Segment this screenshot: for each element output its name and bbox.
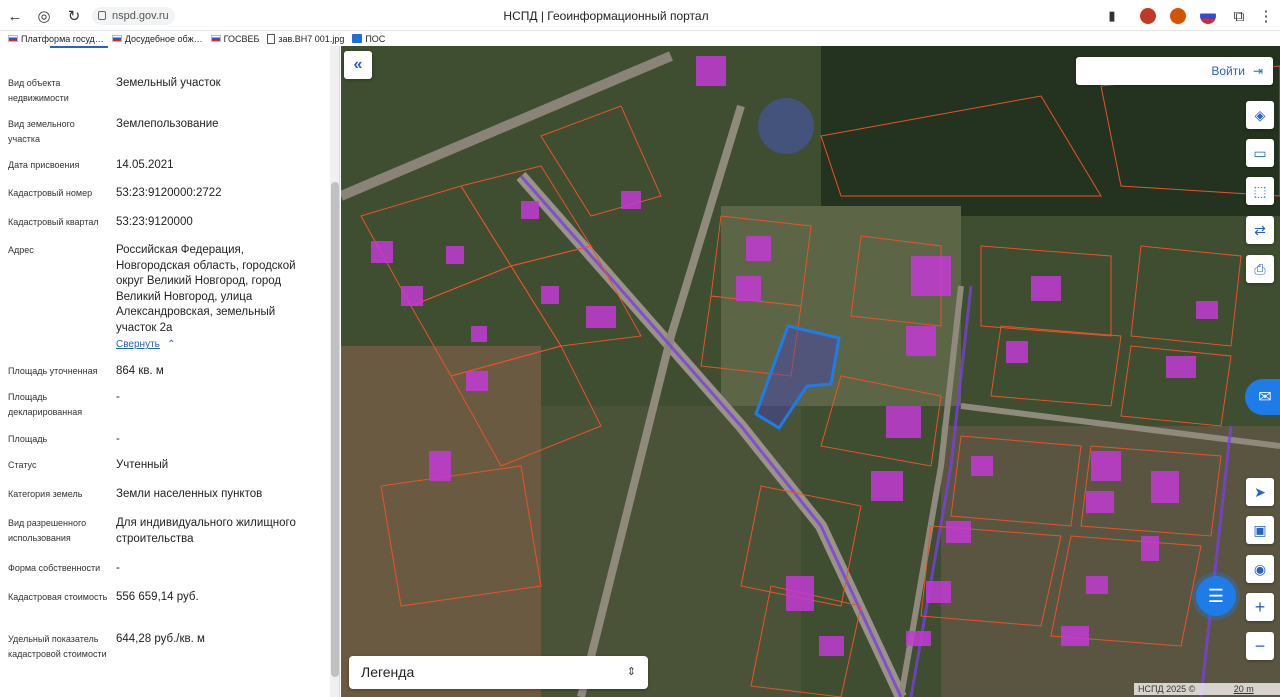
bookmark-item[interactable]: ГОСВЕБ: [210, 34, 259, 44]
select-area-icon: ⬚: [1253, 182, 1267, 199]
scale-label: 20 m: [1233, 684, 1254, 694]
geo-search-button[interactable]: ◉: [1246, 555, 1274, 583]
extension-icon[interactable]: [1140, 8, 1156, 24]
layers-icon: ◈: [1254, 106, 1266, 123]
zoom-out-button[interactable]: −: [1246, 632, 1274, 660]
bookmark-icon: [352, 34, 363, 43]
bookmark-icon[interactable]: ▮: [1102, 6, 1122, 26]
satellite-map[interactable]: [341, 46, 1280, 697]
chat-icon: ☰: [1207, 585, 1225, 606]
zoom-in-icon: +: [1254, 596, 1266, 617]
print-button[interactable]: ⎙: [1246, 255, 1274, 283]
share-icon: ⇄: [1254, 221, 1266, 238]
extensions-puzzle-icon[interactable]: ⧉: [1229, 6, 1249, 26]
login-icon: ⇥: [1252, 64, 1263, 78]
collapse-panel-button[interactable]: «: [344, 51, 372, 79]
extension-icon[interactable]: [1170, 8, 1186, 24]
browser-toolbar: ← ◎ ↻ nspd.gov.ru НСПД | Геоинформационн…: [0, 0, 1280, 31]
flag-icon: [8, 35, 18, 42]
bookmark-item[interactable]: Досудебное обж…: [111, 34, 203, 44]
share-button[interactable]: ⇄: [1246, 216, 1274, 244]
menu-icon[interactable]: ⋮: [1256, 6, 1276, 26]
bookmark-item[interactable]: Платформа госуд…: [8, 34, 104, 44]
chevron-up-icon[interactable]: ⌃: [167, 339, 175, 350]
login-button[interactable]: Войти ⇥: [1076, 57, 1273, 85]
flag-icon: [111, 35, 122, 42]
zoom-out-icon: −: [1254, 635, 1266, 656]
chevron-updown-icon: ⇕: [626, 666, 636, 678]
assistant-icon: ✉: [1258, 389, 1272, 406]
ruler-icon: ▭: [1253, 144, 1267, 161]
minimap-button[interactable]: ▣: [1246, 516, 1274, 544]
ruler-button[interactable]: ▭: [1246, 139, 1274, 167]
legend-dropdown[interactable]: Легенда ⇕: [349, 656, 648, 689]
bookmarks-bar: Платформа госуд… Досудебное обж… ГОСВЕБ …: [0, 31, 1280, 46]
page-title: НСПД | Геоинформационный портал: [503, 9, 709, 23]
object-info-panel: Вид объекта недвижимости Земельный участ…: [0, 46, 340, 697]
active-tab-indicator: [50, 46, 108, 48]
attribution-scale: НСПД 2025 © 20 m: [1134, 683, 1280, 695]
geo-search-icon: ◉: [1253, 560, 1267, 577]
panel-scrollbar[interactable]: [330, 46, 339, 697]
locate-button[interactable]: ➤: [1246, 478, 1274, 506]
flag-extension-icon[interactable]: [1200, 8, 1216, 24]
collapse-link[interactable]: Свернуть: [116, 339, 160, 350]
layers-button[interactable]: ◈: [1246, 101, 1274, 129]
file-icon: [267, 33, 276, 44]
minimap-icon: ▣: [1253, 521, 1267, 538]
bookmark-item[interactable]: ПОС: [352, 34, 385, 44]
scrollbar-thumb[interactable]: [331, 182, 339, 677]
chat-button[interactable]: ☰: [1196, 576, 1236, 616]
assistant-badge[interactable]: ✉: [1245, 379, 1280, 415]
bookmark-item[interactable]: зав.ВН7 001.jpg: [267, 33, 344, 44]
flag-icon: [210, 35, 221, 42]
map-view[interactable]: « Войти ⇥ ◈ ▭ ⬚ ⇄ ⎙ ✉ ➤ ▣ ◉ + − ☰ Легенд…: [341, 46, 1280, 697]
select-area-button[interactable]: ⬚: [1246, 177, 1274, 205]
locate-icon: ➤: [1254, 483, 1266, 500]
zoom-in-button[interactable]: +: [1246, 593, 1274, 621]
print-icon: ⎙: [1254, 260, 1266, 277]
